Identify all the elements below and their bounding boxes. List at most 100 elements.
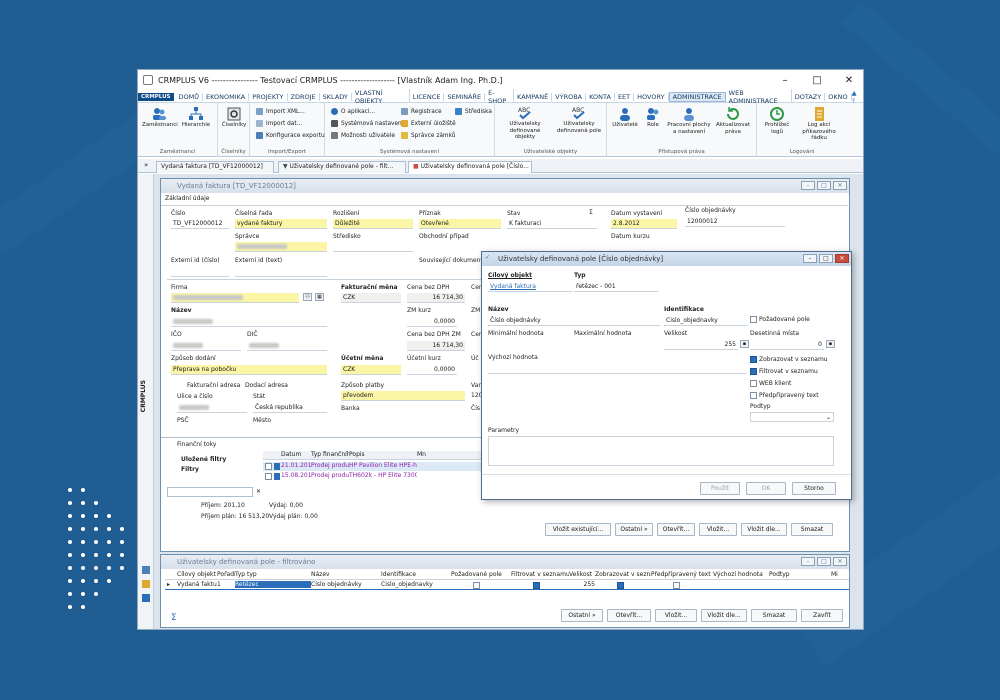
- check-2[interactable]: Filtrovat v seznamu: [750, 368, 818, 375]
- sum-icon[interactable]: Σ: [589, 209, 593, 216]
- field-ucetni-mena[interactable]: CZK: [341, 365, 401, 375]
- udp-sum-icon[interactable]: Σ: [171, 613, 177, 623]
- udp-button-3[interactable]: Vložit dle...: [701, 609, 747, 622]
- menu-item-16[interactable]: DOTAZY: [792, 92, 826, 101]
- menu-item-17[interactable]: OKNO: [825, 92, 852, 101]
- finance-col-header[interactable]: Typ finančního toku: [311, 451, 349, 458]
- search-clear-icon[interactable]: ✕: [256, 488, 261, 495]
- close-button[interactable]: ✕: [833, 70, 863, 90]
- udp-row-checkbox[interactable]: [473, 582, 480, 589]
- udp-col-header[interactable]: Mi: [831, 571, 849, 578]
- field-spravce[interactable]: [235, 242, 327, 252]
- field-stredisko[interactable]: [333, 242, 413, 252]
- dialog-close[interactable]: ✕: [835, 254, 849, 263]
- konfigurace-exportu-item[interactable]: Konfigurace exportu: [256, 132, 325, 139]
- systemova-nastaveni-item[interactable]: Systémová nastavení: [331, 120, 403, 127]
- check-0[interactable]: Požadované pole: [750, 316, 810, 323]
- udp-col-header[interactable]: Podtyp: [769, 571, 831, 578]
- invoice-maximize[interactable]: □: [817, 181, 831, 190]
- person-lookup-icon[interactable]: ⚇: [303, 293, 312, 301]
- tab-udp-cislo[interactable]: ■ Uživatelsky definovaná pole [Číslo...: [408, 161, 532, 173]
- finance-search-input[interactable]: [167, 487, 253, 497]
- udp-button-1[interactable]: Otevřít...: [607, 609, 651, 622]
- field-firma[interactable]: [171, 293, 299, 303]
- checkbox[interactable]: [750, 316, 757, 323]
- udp-col-header[interactable]: Název: [311, 571, 381, 578]
- menu-item-2[interactable]: PROJEKTY: [249, 92, 288, 101]
- pracovni-plochy-button[interactable]: Pracovní plochy a nastavení: [667, 107, 711, 135]
- check-4[interactable]: Předpřipravený text: [750, 392, 819, 399]
- udp-button-5[interactable]: Zavřít: [801, 609, 843, 622]
- field-zm-kurz[interactable]: 0,0000: [407, 317, 457, 327]
- finance-col-header[interactable]: Mn: [417, 451, 489, 458]
- invoice-minimize[interactable]: –: [801, 181, 815, 190]
- field-identifikace[interactable]: Cislo_objednavky: [664, 316, 748, 326]
- tab-vydana-faktura[interactable]: Vydaná faktura [TD_VF12000012]: [156, 161, 274, 173]
- tree-filtry[interactable]: Filtry: [181, 466, 199, 473]
- field-nazev[interactable]: [171, 317, 327, 327]
- row-checkbox[interactable]: [265, 473, 272, 480]
- finance-row[interactable]: 15.08.2012Prodej produktuTH602k - HP Eli…: [263, 472, 483, 481]
- field-zpusob-platby[interactable]: převodem: [341, 391, 465, 401]
- velikost-spin-icon[interactable]: ▪: [740, 340, 749, 348]
- menu-item-10[interactable]: VÝROBA: [552, 92, 587, 101]
- field-datum-vystaveni[interactable]: 2.8.2012: [611, 219, 677, 229]
- menu-item-12[interactable]: EET: [615, 92, 635, 101]
- field-parametry[interactable]: [488, 436, 834, 466]
- storno-button[interactable]: Storno: [792, 482, 836, 495]
- udp-col-header[interactable]: Pořadí: [217, 571, 235, 578]
- aktualizovat-prava-button[interactable]: Aktualizovat práva: [713, 107, 753, 135]
- minimize-button[interactable]: –: [769, 70, 801, 90]
- registrace-item[interactable]: Registrace: [401, 108, 442, 115]
- o-aplikaci-item[interactable]: O aplikaci...: [331, 108, 375, 115]
- dialog-minimize[interactable]: –: [803, 254, 817, 263]
- field-zpusob-dodani[interactable]: Přeprava na pobočku: [171, 365, 327, 375]
- field-cislo-objednavky[interactable]: 12000012: [685, 217, 785, 227]
- tab-zakladni-udaje[interactable]: Základní údaje: [165, 195, 209, 202]
- checkbox[interactable]: [750, 380, 757, 387]
- menu-item-3[interactable]: ZDROJE: [288, 92, 320, 101]
- tree-ulozene-filtry[interactable]: Uložené filtry: [181, 456, 226, 463]
- prohlizec-logu-button[interactable]: Prohlížeč logů: [761, 107, 793, 135]
- ud-pole-button[interactable]: ABC Uživatelsky definovaná pole: [553, 106, 605, 134]
- field-ulice[interactable]: [177, 403, 247, 413]
- udp-col-header[interactable]: Výchozí hodnota: [713, 571, 769, 578]
- field-dialog-nazev[interactable]: Číslo objednávky: [488, 316, 660, 326]
- udp-row-checkbox[interactable]: [617, 582, 624, 589]
- udp-col-header[interactable]: Typ typ: [235, 571, 311, 578]
- udp-col-header[interactable]: Požadované pole: [451, 571, 511, 578]
- finance-button-0[interactable]: Vložit existující...: [545, 523, 611, 536]
- field-cena-bez-dph[interactable]: 16 714,30: [407, 293, 465, 303]
- udp-col-header[interactable]: Filtrovat v seznamu: [511, 571, 569, 578]
- udp-button-2[interactable]: Vložit...: [655, 609, 697, 622]
- import-xml-item[interactable]: Import XML...: [256, 108, 305, 115]
- field-cislo[interactable]: TD_VF12000012: [171, 219, 229, 229]
- row-checkbox[interactable]: [265, 463, 272, 470]
- tab-udp-filtrovano[interactable]: ▼ Uživatelsky definované pole - filt...: [278, 161, 406, 173]
- udp-button-4[interactable]: Smazat: [751, 609, 797, 622]
- udp-list-close[interactable]: ✕: [833, 557, 847, 566]
- menu-item-9[interactable]: KAMPANĚ: [514, 92, 553, 101]
- field-velikost[interactable]: 255: [664, 340, 738, 350]
- udp-col-header[interactable]: Zobrazovat v seznamu: [595, 571, 651, 578]
- field-dic[interactable]: [247, 341, 327, 351]
- ciselniky-button[interactable]: Číselníky: [220, 107, 248, 129]
- udp-row[interactable]: ▸ Vydaná faktura1 ŘetězecČíslo objednávky C…: [165, 581, 849, 590]
- spravce-zamku-item[interactable]: Správce zámků: [401, 132, 455, 139]
- field-podtyp[interactable]: ⌄: [750, 412, 834, 422]
- field-stav[interactable]: K fakturaci: [507, 219, 597, 229]
- sidebar-icon-2[interactable]: [142, 580, 150, 588]
- import-dat-item[interactable]: Import dat...: [256, 120, 302, 127]
- finance-button-3[interactable]: Vložit...: [699, 523, 737, 536]
- udp-button-0[interactable]: Ostatní »: [561, 609, 603, 622]
- field-externi-id-text[interactable]: [235, 267, 327, 277]
- menu-item-6[interactable]: LICENCE: [410, 92, 445, 101]
- udp-col-header[interactable]: Předpřipravený text: [651, 571, 713, 578]
- finance-col-header[interactable]: Datum: [281, 451, 311, 458]
- finance-button-5[interactable]: Smazat: [791, 523, 833, 536]
- finance-button-2[interactable]: Otevřít...: [657, 523, 695, 536]
- checkbox[interactable]: [750, 356, 757, 363]
- checkbox[interactable]: [750, 392, 757, 399]
- field-rozliseni[interactable]: Důležité: [333, 219, 413, 229]
- field-fakturacni-mena[interactable]: CZK: [341, 293, 401, 303]
